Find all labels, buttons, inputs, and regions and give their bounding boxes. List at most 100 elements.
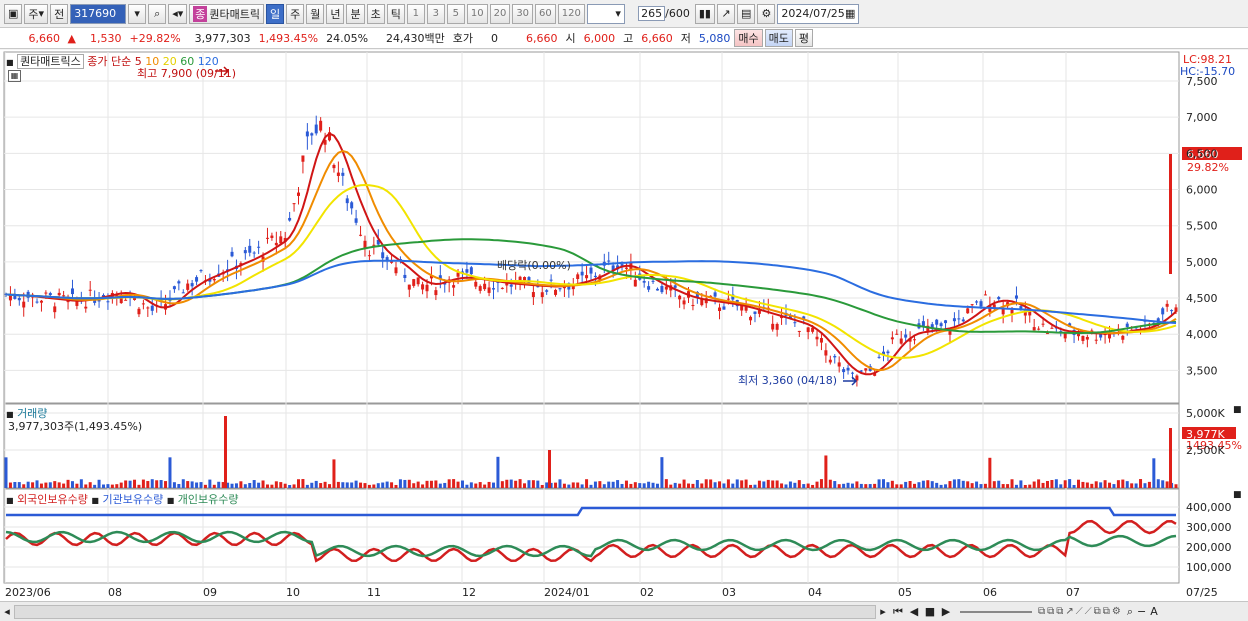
volume-bar [195, 482, 199, 488]
volume-bar [509, 479, 513, 488]
sell-button[interactable]: 매도 [764, 29, 793, 47]
volume-panel-close-icon[interactable]: ■ [1233, 405, 1242, 415]
prev-page-icon[interactable]: ◀ [906, 605, 922, 618]
candle-body [970, 304, 974, 306]
next-page-icon[interactable]: ▶ [938, 605, 954, 618]
candle-body [913, 339, 917, 341]
font-icon[interactable]: A [1150, 605, 1158, 618]
volume-bar [119, 482, 123, 488]
volume-bar [868, 484, 872, 488]
candle-body [523, 277, 527, 281]
tab-tick[interactable]: 틱 [386, 3, 405, 24]
tab-month[interactable]: 월 [306, 3, 325, 24]
scroll-track[interactable] [14, 604, 876, 619]
volume-bar [341, 482, 345, 488]
candle-body [895, 333, 899, 335]
first-icon[interactable]: ⏮ [890, 605, 906, 619]
period-60[interactable]: 60 [535, 3, 556, 24]
legend-name[interactable]: 퀀타매트릭스 [17, 54, 84, 69]
volume-bar [753, 484, 757, 488]
scroll-left-icon[interactable]: ◂ [0, 605, 14, 618]
legend-ma10[interactable]: 10 [145, 55, 159, 68]
volume-bar [913, 483, 917, 488]
period-3[interactable]: 3 [426, 3, 445, 24]
chart-canvas[interactable]: LC:98.21 HC:-15.70 6,660 29.82% 3,977K 1… [0, 50, 1248, 601]
volume-bar [562, 483, 566, 488]
buy-button[interactable]: 매수 [734, 29, 763, 47]
period-5[interactable]: 5 [446, 3, 465, 24]
volume-bar [421, 484, 425, 488]
window-icon[interactable]: ▣ [4, 3, 23, 24]
legend-ma120[interactable]: 120 [198, 55, 219, 68]
volume-bar [651, 482, 655, 488]
legend-ma5[interactable]: 5 [135, 55, 142, 68]
speaker-icon[interactable]: ◂▾ [168, 3, 188, 24]
volume-bar [434, 480, 438, 488]
period-30[interactable]: 30 [512, 3, 534, 24]
minus-icon[interactable]: − [1137, 605, 1146, 618]
candle-body [842, 369, 846, 373]
legend-foreign[interactable]: 외국인보유수량 [17, 493, 88, 506]
date-tick-label: 12 [462, 586, 476, 599]
gear-icon[interactable]: ⚙ [757, 3, 776, 24]
candle-body [500, 287, 504, 289]
volume-bar [1156, 479, 1160, 488]
tab-week[interactable]: 주 [286, 3, 305, 24]
candle-body [70, 288, 74, 295]
period-custom-select[interactable]: ▾ [586, 3, 625, 24]
zoom-slider[interactable] [960, 610, 1032, 613]
zoom-icon[interactable]: ⌕ [1127, 605, 1133, 619]
tool-icons[interactable]: ⧉⧉⧉↗⟋⟋⧉⧉⚙ [1038, 606, 1123, 617]
volume-bar [1125, 481, 1129, 488]
volume-bar [944, 484, 948, 488]
volume-bar [921, 480, 925, 488]
period-120[interactable]: 120 [557, 3, 585, 24]
volume-bar [62, 483, 66, 488]
stop-icon[interactable]: ■ [922, 605, 938, 618]
save-icon[interactable]: ▤ [736, 3, 756, 24]
price-legend: ■ 퀀타매트릭스 종가 단순 5 10 20 60 120 [6, 53, 219, 69]
candle-body [274, 242, 278, 246]
search-icon[interactable]: ⌕ [148, 3, 167, 24]
scroll-bar[interactable]: ◂ ▸ ⏮ ◀ ■ ▶ ⧉⧉⧉↗⟋⟋⧉⧉⚙ ⌕ − A [0, 601, 1248, 621]
legend-ma60[interactable]: 60 [180, 55, 194, 68]
price-tick-label: 6,500 [1186, 147, 1218, 160]
volume-bar [1081, 481, 1085, 488]
avg-button[interactable]: 평 [794, 29, 814, 47]
period-20[interactable]: 20 [489, 3, 511, 24]
prev-button[interactable]: 전 [50, 3, 69, 24]
candle-body [172, 286, 176, 290]
legend-ma20[interactable]: 20 [163, 55, 177, 68]
candle-body [319, 120, 323, 131]
legend-square-icon: ■ [6, 58, 14, 67]
volume-bar [381, 482, 385, 488]
candle-body [106, 301, 110, 303]
code-dropdown-icon[interactable]: ▾ [128, 3, 147, 24]
price-tick-label: 6,000 [1186, 184, 1218, 197]
volume-bar [93, 484, 97, 488]
stock-code-input[interactable]: 317690 [70, 3, 127, 24]
tab-second[interactable]: 초 [366, 3, 385, 24]
legend-institution[interactable]: 기관보유수량 [102, 493, 163, 506]
candle-body [904, 334, 908, 338]
stock-name[interactable]: 종 퀀타매트릭 [189, 3, 264, 24]
holdings-panel-close-icon[interactable]: ■ [1233, 490, 1242, 500]
legend-ma-label[interactable]: 종가 단순 [87, 55, 131, 68]
count-input[interactable]: 265/600 [627, 4, 693, 24]
legend-individual[interactable]: 개인보유수량 [178, 493, 239, 506]
candle-type-icon[interactable]: ▮▮ [694, 3, 715, 24]
period-10[interactable]: 10 [466, 3, 488, 24]
tab-day[interactable]: 일 [265, 3, 285, 24]
tab-year[interactable]: 년 [326, 3, 345, 24]
volume-bar [904, 481, 908, 488]
table-icon[interactable]: ▦ [8, 70, 21, 82]
period-1[interactable]: 1 [406, 3, 425, 24]
date-input[interactable]: 2024/07/25 ▦ [777, 3, 860, 24]
market-select[interactable]: 주 ▾ [24, 3, 49, 24]
tab-minute[interactable]: 분 [346, 3, 365, 24]
volume-bar [310, 482, 314, 488]
scroll-right-icon[interactable]: ▸ [876, 605, 890, 618]
change-rate: +29.82% [129, 31, 181, 45]
draw-tool-icon[interactable]: ↗ [716, 3, 735, 24]
calendar-icon[interactable]: ▦ [845, 7, 855, 20]
